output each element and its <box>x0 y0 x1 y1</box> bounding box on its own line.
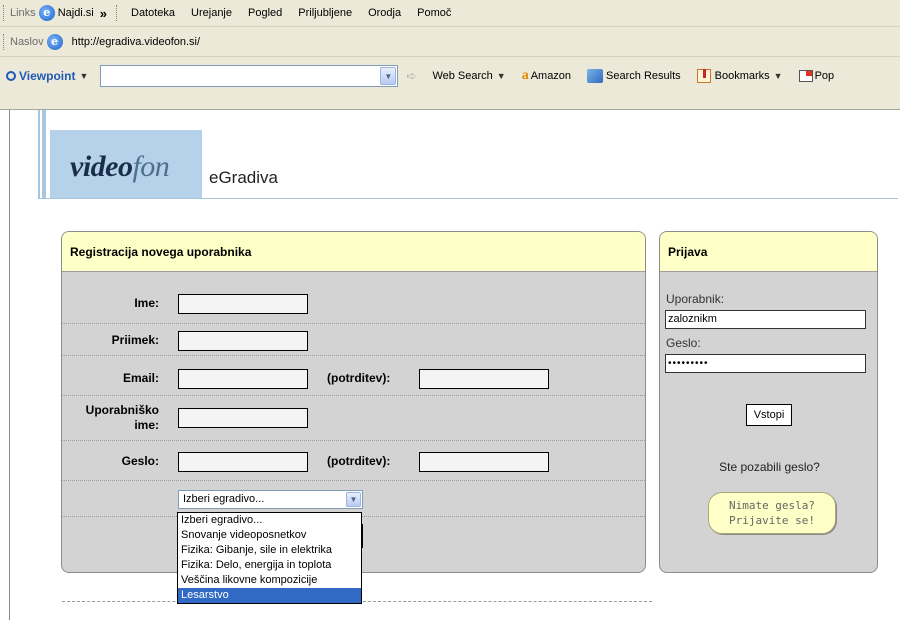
chevron-down-icon[interactable]: ▼ <box>380 66 397 85</box>
login-password-input[interactable]: ••••••••• <box>665 354 866 373</box>
popup-label: Pop <box>814 69 835 82</box>
bookmarks-label: Bookmarks <box>714 69 770 82</box>
password-label: Geslo: <box>121 454 159 468</box>
popup-blocker-button[interactable]: Pop <box>798 69 835 82</box>
signup-button[interactable]: Nimate gesla? Prijavite se! <box>708 492 836 534</box>
toolbar-grip[interactable] <box>3 5 6 21</box>
app-name: eGradiva <box>209 168 278 187</box>
login-password-label: Geslo: <box>666 336 701 350</box>
address-label: Naslov <box>10 35 44 48</box>
viewpoint-menu-button[interactable]: Viewpoint ▼ <box>6 69 88 83</box>
caret-down-icon: ▼ <box>773 70 783 81</box>
viewpoint-logo-icon <box>6 70 16 81</box>
menu-edit[interactable]: Urejanje <box>191 7 232 19</box>
egradivo-dropdown-list[interactable]: Izberi egradivo... Snovanje videoposnetk… <box>177 512 362 604</box>
email-label: Email: <box>122 371 159 385</box>
email-confirm-input[interactable] <box>419 369 549 389</box>
decor-line <box>42 110 46 198</box>
toolbar-grip[interactable] <box>116 5 119 21</box>
login-panel: Prijava Uporabnik: zaloznikm Geslo: ••••… <box>659 231 878 573</box>
amazon-label: Amazon <box>530 69 572 82</box>
logo-main: video <box>70 150 133 183</box>
signup-line2: Prijavite se! <box>728 514 816 527</box>
password-confirm-input[interactable] <box>419 452 549 472</box>
ie-page-icon: e <box>46 33 63 50</box>
form-row-password: Geslo: (potrditev): <box>62 441 645 481</box>
password-input[interactable] <box>178 452 308 472</box>
ie-page-icon: e <box>38 5 55 21</box>
links-label: Links <box>10 7 36 19</box>
forgot-password-link[interactable]: Ste pozabili geslo? <box>660 460 877 474</box>
caret-down-icon: ▼ <box>79 70 89 81</box>
menu-help[interactable]: Pomoč <box>417 7 451 19</box>
dropdown-option[interactable]: Veščina likovne kompozicije <box>178 573 361 588</box>
username-label: Uporabniško ime: <box>85 403 159 432</box>
form-row-email: Email: (potrditev): <box>62 356 645 396</box>
signup-line1: Nimate gesla? <box>728 499 816 512</box>
bookmarks-button[interactable]: Bookmarks ▼ <box>696 68 783 83</box>
viewpoint-label: Viewpoint <box>19 68 76 83</box>
egradivo-select-value: Izberi egradivo... <box>183 493 265 505</box>
dropdown-option[interactable]: Fizika: Delo, energija in toplota <box>178 558 361 573</box>
viewpoint-toolbar: Viewpoint ▼ ▼ ➪ Web Search ▼ a Amazon Se… <box>0 57 900 94</box>
form-row-username: Uporabniško ime: <box>62 396 645 441</box>
amazon-logo-icon: a <box>521 67 529 83</box>
toolbar-search-input[interactable]: ▼ <box>100 64 399 87</box>
dropdown-option-selected[interactable]: Lesarstvo <box>178 588 361 603</box>
bookmark-icon <box>696 68 711 83</box>
menu-view[interactable]: Pogled <box>248 7 282 19</box>
first-name-input[interactable] <box>178 294 308 314</box>
menu-favorites[interactable]: Priljubljene <box>298 7 352 19</box>
caret-down-icon: ▼ <box>496 70 506 81</box>
login-username-input[interactable]: zaloznikm <box>665 310 866 329</box>
page-left-border <box>9 110 10 620</box>
web-search-label: Web Search <box>432 69 493 82</box>
login-title: Prijava <box>660 232 877 272</box>
username-input[interactable] <box>178 408 308 428</box>
last-name-label: Priimek: <box>111 333 159 347</box>
web-search-button[interactable]: Web Search ▼ <box>432 70 505 82</box>
email-input[interactable] <box>178 369 308 389</box>
login-username-label: Uporabnik: <box>666 292 725 306</box>
address-bar: Naslov e http://egradiva.videofon.si/ <box>0 27 900 57</box>
more-links-chevron-icon[interactable]: » <box>100 6 107 21</box>
links-bar: Links e Najdi.si » Datoteka Urejanje Pog… <box>0 0 900 27</box>
videofon-logo[interactable]: videofon <box>70 150 170 184</box>
toolbar-grip[interactable] <box>3 33 6 50</box>
password-confirm-label: (potrditev): <box>327 454 391 468</box>
dropdown-option[interactable]: Snovanje videoposnetkov <box>178 528 361 543</box>
header-divider <box>38 198 898 199</box>
search-results-label: Search Results <box>606 69 681 82</box>
chevron-down-icon[interactable]: ▼ <box>346 492 361 507</box>
login-button[interactable]: Vstopi <box>746 404 792 426</box>
amazon-button[interactable]: a Amazon <box>522 68 571 84</box>
first-name-label: Ime: <box>134 296 159 310</box>
logo-tail: fon <box>132 150 170 183</box>
dropdown-option[interactable]: Fizika: Gibanje, sile in elektrika <box>178 543 361 558</box>
popup-icon <box>798 69 813 82</box>
form-row-last-name: Priimek: <box>62 324 645 356</box>
search-go-arrow-icon[interactable]: ➪ <box>406 69 416 83</box>
email-confirm-label: (potrditev): <box>327 371 391 385</box>
search-results-icon <box>587 68 604 83</box>
registration-title: Registracija novega uporabnika <box>62 232 645 272</box>
address-input[interactable]: http://egradiva.videofon.si/ <box>68 36 204 48</box>
dropdown-option[interactable]: Izberi egradivo... <box>178 513 361 528</box>
najdi-link[interactable]: Najdi.si <box>58 7 94 19</box>
menu-tools[interactable]: Orodja <box>368 7 401 19</box>
search-results-button[interactable]: Search Results <box>587 68 681 83</box>
last-name-input[interactable] <box>178 331 308 351</box>
menu-file[interactable]: Datoteka <box>131 7 175 19</box>
form-row-first-name: Ime: <box>62 272 645 324</box>
egradivo-select[interactable]: Izberi egradivo... ▼ <box>178 490 363 509</box>
decor-line <box>38 110 40 198</box>
browser-chrome: Links e Najdi.si » Datoteka Urejanje Pog… <box>0 0 900 110</box>
